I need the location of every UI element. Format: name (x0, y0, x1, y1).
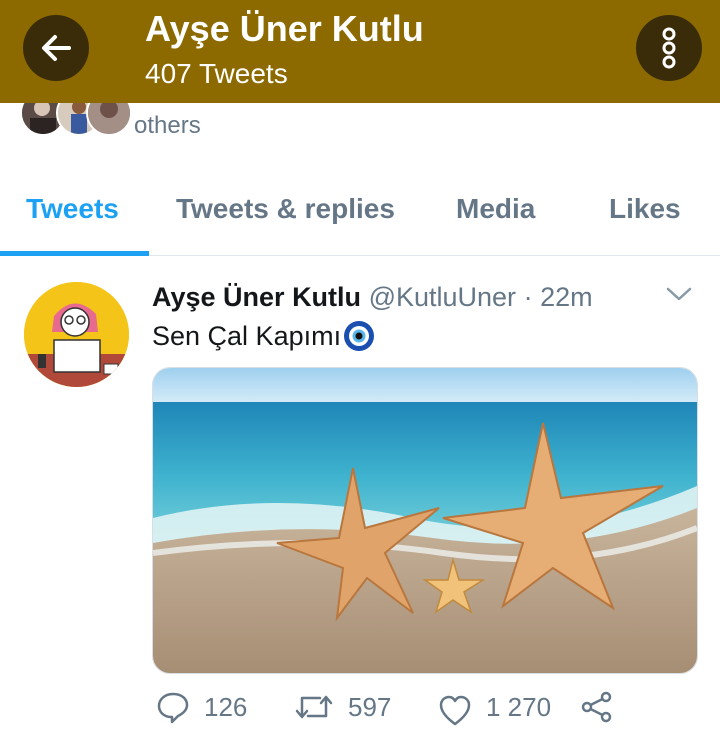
tweet-author-handle[interactable]: @KutluUner (369, 282, 516, 312)
share-icon (581, 691, 612, 723)
reply-count: 126 (204, 691, 248, 722)
heart-icon (439, 695, 471, 726)
tab-media[interactable]: Media (456, 193, 535, 225)
chevron-down-icon (666, 287, 692, 301)
reply-button[interactable]: 126 (156, 690, 247, 724)
vertical-dots-icon (662, 27, 676, 69)
header-tweet-count: 407 Tweets (145, 58, 288, 89)
tweet-media-image[interactable] (152, 367, 698, 674)
tweet-author-avatar[interactable] (24, 282, 129, 387)
tweet-timestamp[interactable]: 22m (540, 282, 593, 312)
header-profile-name: Ayşe Üner Kutlu (145, 8, 424, 49)
profile-tabs: Tweets Tweets & replies Media Likes (0, 165, 720, 256)
tab-likes[interactable]: Likes (609, 193, 681, 225)
tweet-options-button[interactable] (664, 284, 694, 304)
nazar-amulet-icon (344, 321, 375, 351)
profile-header: Ayşe Üner Kutlu 407 Tweets (0, 0, 720, 103)
tweet-text: Sen Çal Kapımı (152, 320, 375, 352)
tab-tweets-replies[interactable]: Tweets & replies (176, 193, 395, 225)
tweet-body: Sen Çal Kapımı (152, 320, 342, 351)
tweet-actions: 126 597 1 270 (152, 690, 652, 740)
beach-starfish-image (153, 368, 697, 673)
retweet-icon (295, 695, 333, 719)
like-button[interactable]: 1 270 (438, 686, 551, 728)
tweet-meta-separator: · (523, 282, 533, 312)
tweet-header: Ayşe Üner Kutlu @KutluUner · 22m (152, 282, 593, 313)
share-button[interactable] (580, 690, 614, 724)
retweet-count: 597 (348, 691, 392, 722)
active-tab-indicator (0, 251, 149, 256)
arrow-left-icon (42, 35, 71, 61)
tab-tweets[interactable]: Tweets (26, 193, 119, 225)
retweet-button[interactable]: 597 (294, 690, 391, 724)
reply-icon (157, 692, 189, 724)
followers-text: others (134, 112, 201, 139)
like-count: 1 270 (486, 691, 552, 722)
tweet-author-name[interactable]: Ayşe Üner Kutlu (152, 282, 361, 312)
more-options-button[interactable] (636, 15, 702, 81)
back-button[interactable] (23, 15, 89, 81)
